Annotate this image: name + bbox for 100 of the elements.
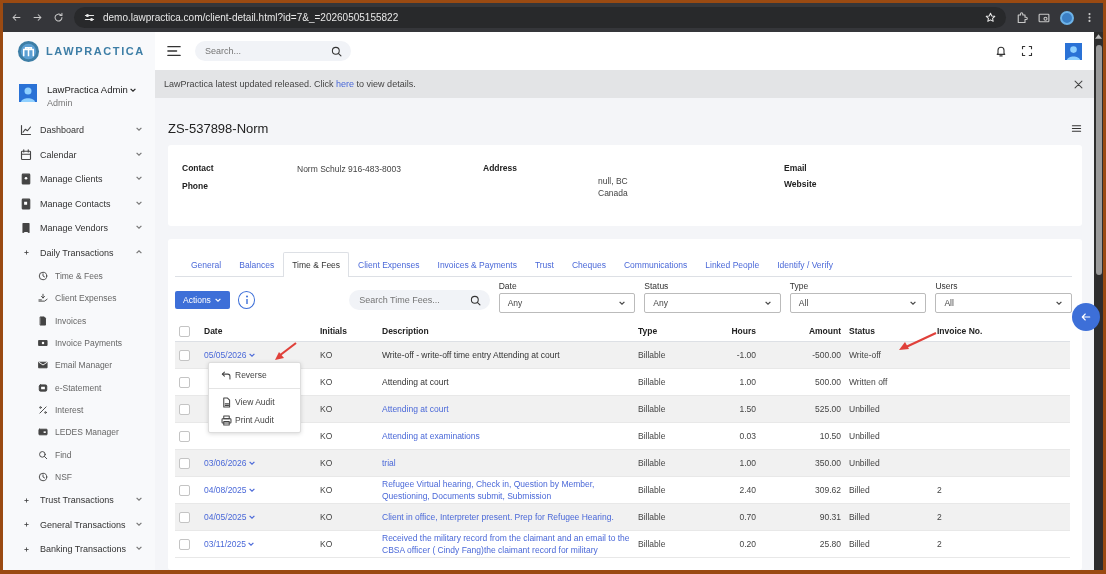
sidebar-subitem[interactable]: Interest (3, 398, 155, 422)
tab[interactable]: Invoices & Payments (428, 252, 526, 276)
sidebar-item[interactable]: Trust Transactions (3, 487, 155, 513)
reload-icon (53, 12, 64, 23)
description-link[interactable]: Attending at examinations (382, 430, 480, 442)
sidebar-item[interactable]: General Transactions (3, 512, 155, 537)
checkbox[interactable] (179, 457, 190, 469)
search-field[interactable]: Search Time Fees... (349, 290, 490, 310)
checkbox[interactable] (179, 403, 190, 415)
tab[interactable]: Client Expenses (349, 252, 429, 276)
sidebar-subitem[interactable]: Find (3, 443, 155, 466)
tab[interactable]: Identify / Verify (768, 252, 842, 276)
column-header[interactable]: Status (849, 326, 875, 336)
checkbox[interactable] (179, 430, 190, 442)
table-cell: 1.50 (739, 403, 756, 415)
tab[interactable]: Communications (614, 252, 697, 276)
sidebar-item[interactable]: Calendar (3, 142, 155, 167)
date-link[interactable]: 04/05/2025 (204, 511, 256, 523)
forward-icon (32, 12, 43, 23)
sidebar-item[interactable]: Manage Clients (3, 167, 155, 192)
menu-item[interactable]: Reverse (209, 366, 300, 384)
tab[interactable]: Trust (525, 252, 563, 276)
actions-button[interactable]: Actions (175, 291, 230, 309)
checkbox[interactable] (179, 511, 190, 523)
tab[interactable]: Cheques (562, 252, 615, 276)
sidebar-subitem[interactable]: LEDES Manager (3, 421, 155, 444)
table-cell: Billable (638, 376, 666, 388)
filter-dropdown[interactable]: All (789, 293, 927, 313)
plus-icon (21, 544, 31, 554)
description-link[interactable]: Refugee Virtual hearing, Check in, Question by Member, Questioning, Documents submit, Submission (382, 478, 630, 502)
sidebar-subitem[interactable]: Email Manager (3, 354, 155, 377)
column-header[interactable]: Date (204, 326, 223, 336)
sidebar-subitem[interactable]: Time & Fees (3, 265, 155, 288)
column-header[interactable]: Hours (731, 326, 756, 336)
checkbox[interactable] (179, 484, 190, 496)
column-header[interactable]: Type (638, 326, 658, 336)
menu-item[interactable]: View Audit (209, 393, 300, 411)
search-icon (331, 45, 342, 57)
sidebar-item[interactable]: Dashboard (3, 118, 155, 143)
user-name[interactable]: LawPractica Admin (47, 84, 137, 95)
table-cell: Unbilled (849, 457, 880, 469)
page-title: ZS-537898-Norm (168, 121, 270, 136)
table-cell: 25.80 (819, 538, 841, 550)
scrollbar-thumb[interactable] (1095, 45, 1102, 275)
checkbox[interactable] (179, 376, 190, 388)
filter-dropdown[interactable]: Any (644, 293, 781, 313)
id-card-icon (20, 173, 32, 186)
filter-dropdown[interactable]: All (935, 293, 1072, 313)
table-cell: Unbilled (849, 430, 880, 442)
search-field[interactable]: Search... (195, 41, 351, 61)
tab[interactable]: Balances (230, 252, 284, 276)
description-link[interactable]: Received the military record from the claimant and an email to the CBSA officer ( Cindy Fang)the claimant record for military (382, 532, 630, 556)
sidebar-subitem[interactable]: Client Expenses (3, 287, 155, 310)
date-link[interactable]: 05/05/2026 (204, 349, 256, 361)
sidebar-subitem[interactable]: Invoice Payments (3, 331, 155, 355)
checkbox[interactable] (179, 325, 190, 337)
description-link[interactable]: trial (382, 457, 396, 469)
sidebar-item[interactable]: Manage Contacts (3, 191, 155, 216)
sidebar-item[interactable]: Banking Transactions (3, 536, 155, 562)
menu-item[interactable]: Print Audit (209, 411, 300, 429)
filter-dropdown[interactable]: Any (498, 293, 636, 313)
sidebar-subitem[interactable]: Invoices (3, 309, 155, 332)
table-cell: 500.00 (815, 376, 841, 388)
undo-icon (221, 369, 232, 381)
tab[interactable]: Time & Fees (283, 252, 350, 277)
column-header[interactable]: Initials (320, 326, 347, 336)
menu-icon (1071, 123, 1082, 134)
table-cell: 350.00 (815, 457, 841, 469)
document-icon (38, 315, 48, 326)
column-header[interactable]: Amount (808, 326, 841, 336)
table-cell: KO (320, 538, 333, 550)
table-cell: KO (320, 511, 333, 523)
chart-icon (20, 124, 32, 137)
table-cell: 2 (937, 484, 942, 496)
date-link[interactable]: 03/11/2025 (204, 538, 255, 550)
table-cell: 2.40 (739, 484, 756, 496)
plus-icon (21, 495, 31, 505)
description-link[interactable]: Attending at court (382, 403, 449, 415)
field-value: null, BC (598, 175, 629, 187)
tab[interactable]: General (182, 252, 231, 276)
details-link[interactable]: here (336, 79, 355, 89)
tab[interactable]: Linked People (696, 252, 769, 276)
scroll-up-icon[interactable] (1095, 34, 1102, 39)
column-header[interactable]: Invoice No. (937, 326, 983, 336)
table-cell: 309.62 (815, 484, 841, 496)
date-link[interactable]: 03/06/2026 (204, 457, 256, 469)
table-cell: Billed (849, 511, 870, 523)
sidebar-subitem[interactable]: e-Statement (3, 376, 155, 399)
checkbox[interactable] (179, 349, 190, 361)
profile-icon[interactable] (1060, 10, 1074, 25)
sidebar-item[interactable]: Manage Vendors (3, 216, 155, 241)
description-link[interactable]: Client in office, Interpreter present. Prep for Refugee Hearing. (382, 511, 614, 523)
address-bar[interactable]: demo.lawpractica.com/client-detail.html?id=7&_=20260505155822 (74, 7, 1006, 28)
field-label: Phone (182, 181, 209, 191)
sidebar-subitem[interactable]: NSF (3, 465, 155, 488)
date-link[interactable]: 04/08/2025 (204, 484, 256, 496)
column-header[interactable]: Description (382, 326, 429, 336)
table-cell: Billed (849, 538, 870, 550)
sidebar-item[interactable]: Daily Transactions (3, 240, 155, 265)
checkbox[interactable] (179, 538, 190, 550)
